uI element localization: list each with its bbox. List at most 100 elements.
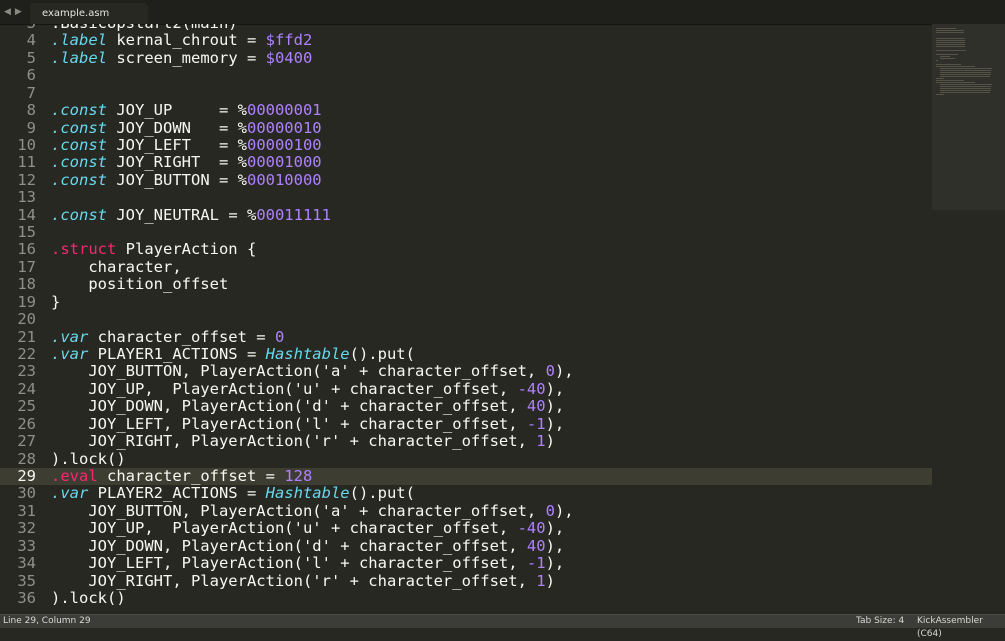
code-line[interactable]: 26 JOY_LEFT, PlayerAction('l' + characte… bbox=[0, 414, 932, 433]
code-token: position_offset bbox=[51, 275, 229, 294]
code-line[interactable]: 13 bbox=[0, 188, 932, 206]
code-token: ), bbox=[554, 501, 574, 520]
code-token: PLAYER2_ACTIONS = bbox=[88, 484, 266, 503]
line-code: JOY_UP, PlayerAction('u' + character_off… bbox=[51, 520, 564, 537]
code-line[interactable]: 28).lock() bbox=[0, 449, 932, 468]
code-line[interactable]: 33 JOY_DOWN, PlayerAction('d' + characte… bbox=[0, 537, 932, 555]
line-number: 23 bbox=[17, 362, 36, 381]
code-token: screen_memory = bbox=[107, 48, 266, 67]
code-token: .var bbox=[51, 327, 89, 346]
back-arrow-icon[interactable]: ◀ bbox=[4, 5, 11, 19]
code-line[interactable]: 15 bbox=[0, 223, 932, 241]
code-line[interactable]: 25 JOY_DOWN, PlayerAction('d' + characte… bbox=[0, 397, 932, 416]
code-line[interactable]: 23 JOY_BUTTON, PlayerAction('a' + charac… bbox=[0, 362, 932, 381]
code-token: 00001000 bbox=[246, 153, 322, 172]
code-line[interactable]: 35 JOY_RIGHT, PlayerAction('r' + charact… bbox=[0, 571, 932, 590]
line-number: 8 bbox=[26, 101, 36, 120]
code-token: .const bbox=[51, 135, 107, 154]
code-line[interactable]: 6 bbox=[0, 66, 932, 84]
tab-navigation: ◀ ▶ bbox=[4, 5, 22, 19]
code-line[interactable]: 12 .const JOY_BUTTON = %00010000 bbox=[0, 170, 932, 189]
line-code: .var character_offset = 0 bbox=[51, 327, 284, 346]
code-line[interactable]: 34 JOY_LEFT, PlayerAction('l' + characte… bbox=[0, 554, 932, 573]
code-token: PlayerAction { bbox=[116, 240, 257, 259]
minimap-line bbox=[936, 30, 964, 31]
code-line[interactable]: 5 .label screen_memory = $0400 bbox=[0, 48, 932, 67]
line-code: .label screen_memory = $0400 bbox=[51, 48, 312, 67]
code-token: JOY_LEFT, PlayerAction('l' + character_o… bbox=[51, 554, 527, 573]
code-editor[interactable]: 3:BasicUpstart2(main)4.label kernal_chro… bbox=[0, 24, 932, 614]
line-code: .var PLAYER1_ACTIONS = Hashtable().put( bbox=[51, 345, 415, 363]
code-line[interactable]: 27 JOY_RIGHT, PlayerAction('r' + charact… bbox=[0, 432, 932, 451]
forward-arrow-icon[interactable]: ▶ bbox=[15, 5, 22, 19]
code-lines: 3:BasicUpstart2(main)4.label kernal_chro… bbox=[0, 24, 932, 607]
code-line[interactable]: 17 character, bbox=[0, 257, 932, 276]
minimap-line bbox=[940, 90, 991, 91]
line-code: JOY_RIGHT, PlayerAction('r' + character_… bbox=[51, 432, 555, 451]
line-code: JOY_RIGHT, PlayerAction('r' + character_… bbox=[51, 571, 555, 590]
line-number: 29 bbox=[17, 466, 36, 485]
code-line[interactable]: 24 JOY_UP, PlayerAction('u' + character_… bbox=[0, 379, 932, 398]
code-line[interactable]: 9 .const JOY_DOWN = %00000010 bbox=[0, 118, 932, 137]
code-line[interactable]: 29 .eval character_offset = 128 bbox=[0, 466, 932, 486]
line-number: 25 bbox=[17, 397, 36, 416]
code-line[interactable]: 21 .var character_offset = 0 bbox=[0, 327, 932, 346]
code-line[interactable]: 20 bbox=[0, 310, 932, 328]
code-token: 128 bbox=[284, 466, 313, 485]
code-token: .var bbox=[51, 484, 89, 503]
code-token: 1 bbox=[536, 432, 546, 451]
code-line[interactable]: 32 JOY_UP, PlayerAction('u' + character_… bbox=[0, 519, 932, 538]
code-line[interactable]: 8 .const JOY_UP = %00000001 bbox=[0, 101, 932, 120]
tab-size-selector[interactable]: Tab Size: 4 bbox=[856, 615, 904, 628]
code-line[interactable]: 10 .const JOY_LEFT = %00000100 bbox=[0, 135, 932, 154]
code-line[interactable]: 31 JOY_BUTTON, PlayerAction('a' + charac… bbox=[0, 501, 932, 520]
code-token: ).lock() bbox=[51, 449, 126, 468]
minimap-line bbox=[936, 64, 961, 65]
code-token: JOY_UP = % bbox=[107, 101, 247, 120]
code-token: -40 bbox=[517, 379, 546, 398]
code-token: character, bbox=[51, 257, 182, 276]
code-line[interactable]: 18 position_offset bbox=[0, 275, 932, 294]
minimap[interactable] bbox=[932, 24, 1005, 614]
code-token: JOY_RIGHT, PlayerAction('r' + character_… bbox=[51, 432, 537, 451]
code-line[interactable]: 11 .const JOY_RIGHT = %00001000 bbox=[0, 153, 932, 172]
code-token: JOY_RIGHT, PlayerAction('r' + character_… bbox=[51, 571, 537, 590]
line-code: position_offset bbox=[51, 276, 228, 293]
minimap-viewport[interactable] bbox=[932, 24, 1005, 210]
minimap-line bbox=[936, 28, 956, 29]
line-number: 12 bbox=[17, 170, 36, 189]
line-number: 32 bbox=[17, 519, 36, 538]
code-token: JOY_BUTTON, PlayerAction('a' + character… bbox=[51, 501, 546, 520]
code-line[interactable]: 16 .struct PlayerAction { bbox=[0, 240, 932, 259]
code-token: ), bbox=[545, 554, 565, 573]
minimap-line bbox=[940, 86, 991, 87]
code-line[interactable]: 7 bbox=[0, 84, 932, 102]
minimap-line bbox=[940, 68, 992, 69]
tab-example-asm[interactable]: example.asm bbox=[30, 3, 148, 24]
code-token: JOY_UP, PlayerAction('u' + character_off… bbox=[51, 379, 518, 398]
code-token: JOY_BUTTON, PlayerAction('a' + character… bbox=[51, 362, 546, 381]
code-line[interactable]: 36).lock() bbox=[0, 589, 932, 607]
code-token: -1 bbox=[526, 414, 546, 433]
code-token: } bbox=[51, 292, 61, 311]
line-number: 18 bbox=[17, 275, 36, 294]
code-token: JOY_DOWN = % bbox=[107, 118, 247, 137]
minimap-line bbox=[940, 74, 991, 75]
code-token: .const bbox=[51, 153, 107, 172]
code-line[interactable]: 22 .var PLAYER1_ACTIONS = Hashtable().put… bbox=[0, 345, 932, 363]
code-line[interactable]: 30 .var PLAYER2_ACTIONS = Hashtable().put… bbox=[0, 484, 932, 503]
code-line[interactable]: 14 .const JOY_NEUTRAL = %00011111 bbox=[0, 206, 932, 224]
minimap-line bbox=[936, 38, 965, 39]
line-number: 10 bbox=[17, 135, 36, 154]
minimap-line bbox=[936, 46, 965, 47]
minimap-line bbox=[936, 44, 965, 45]
code-token: 00000100 bbox=[246, 135, 322, 154]
code-token: JOY_LEFT, PlayerAction('l' + character_o… bbox=[51, 414, 527, 433]
code-token: 0 bbox=[545, 501, 555, 520]
code-line[interactable]: 4 .label kernal_chrout = $ffd2 bbox=[0, 31, 932, 49]
code-token: JOY_RIGHT = % bbox=[107, 153, 247, 172]
code-line[interactable]: 19} bbox=[0, 292, 932, 311]
code-token: 00010000 bbox=[246, 170, 322, 189]
syntax-selector[interactable]: KickAssembler (C64) bbox=[917, 615, 1005, 641]
cursor-position: Line 29, Column 29 bbox=[3, 616, 91, 626]
